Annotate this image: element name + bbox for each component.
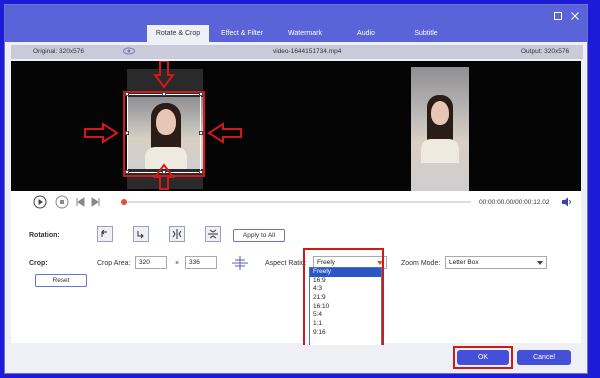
- reset-button[interactable]: Reset: [35, 274, 87, 287]
- file-name: video-1644151734.mp4: [273, 48, 342, 55]
- next-frame-icon[interactable]: [91, 197, 101, 207]
- tab-effect-filter[interactable]: Effect & Filter: [213, 25, 271, 42]
- progress-thumb[interactable]: [121, 199, 127, 205]
- video-preview-area: [11, 61, 581, 191]
- rotate-right-button[interactable]: [133, 226, 149, 242]
- rotate-left-icon: [101, 229, 107, 237]
- screen-frame: Rotate & Crop Effect & Filter Watermark …: [0, 0, 600, 378]
- editor-window: Rotate & Crop Effect & Filter Watermark …: [4, 4, 588, 374]
- zoom-mode-label: Zoom Mode:: [401, 260, 441, 267]
- crop-label: Crop:: [29, 260, 48, 267]
- stop-icon[interactable]: [55, 195, 69, 209]
- tab-subtitle[interactable]: Subtitle: [401, 25, 451, 42]
- original-size: Original: 320x576: [33, 48, 84, 55]
- title-bar: Rotate & Crop Effect & Filter Watermark …: [5, 5, 587, 42]
- rotate-right-icon: [137, 231, 144, 239]
- progress-track[interactable]: [121, 199, 471, 205]
- chevron-down-icon: [537, 261, 543, 265]
- apply-to-all-button[interactable]: Apply to All: [233, 229, 285, 242]
- crop-width-input[interactable]: 320: [135, 256, 167, 269]
- aspect-ratio-label: Aspect Ratio:: [265, 260, 307, 267]
- output-video: [411, 67, 469, 191]
- tab-audio[interactable]: Audio: [343, 25, 389, 42]
- cancel-button[interactable]: Cancel: [517, 350, 571, 365]
- close-icon[interactable]: [570, 11, 580, 21]
- flip-horizontal-icon: [172, 229, 182, 239]
- annotation-arrows: [84, 61, 242, 190]
- zoom-mode-select[interactable]: Letter Box: [445, 256, 547, 269]
- time-readout: 00:00:00.00/00:00:12.02: [479, 199, 550, 206]
- info-bar: Original: 320x576 video-1644151734.mp4 O…: [11, 45, 583, 59]
- rotation-label: Rotation:: [29, 232, 60, 239]
- eye-icon[interactable]: [123, 47, 135, 57]
- ok-highlight-box: [453, 346, 513, 369]
- tab-watermark[interactable]: Watermark: [277, 25, 333, 42]
- dialog-footer: OK Cancel: [5, 345, 587, 373]
- volume-icon[interactable]: [561, 197, 573, 207]
- playback-bar: 00:00:00.00/00:00:12.02: [11, 191, 581, 213]
- output-size: Output: 320x576: [521, 48, 570, 55]
- settings-panel: Rotation: Apply to All Crop: Crop Area: …: [11, 213, 581, 343]
- play-icon[interactable]: [33, 195, 47, 209]
- zoom-mode-value: Letter Box: [449, 259, 479, 266]
- center-crop-icon[interactable]: [231, 255, 249, 271]
- flip-horizontal-button[interactable]: [169, 226, 185, 242]
- times-sign: ×: [175, 260, 180, 267]
- aspect-highlight-box: [303, 248, 384, 348]
- previous-frame-icon[interactable]: [75, 197, 85, 207]
- flip-vertical-icon: [208, 229, 218, 239]
- rotate-left-button[interactable]: [97, 226, 113, 242]
- maximize-icon[interactable]: [553, 11, 563, 21]
- crop-height-input[interactable]: 336: [185, 256, 217, 269]
- crop-area-label: Crop Area:: [97, 260, 131, 267]
- tab-rotate-crop[interactable]: Rotate & Crop: [147, 25, 209, 42]
- flip-vertical-button[interactable]: [205, 226, 221, 242]
